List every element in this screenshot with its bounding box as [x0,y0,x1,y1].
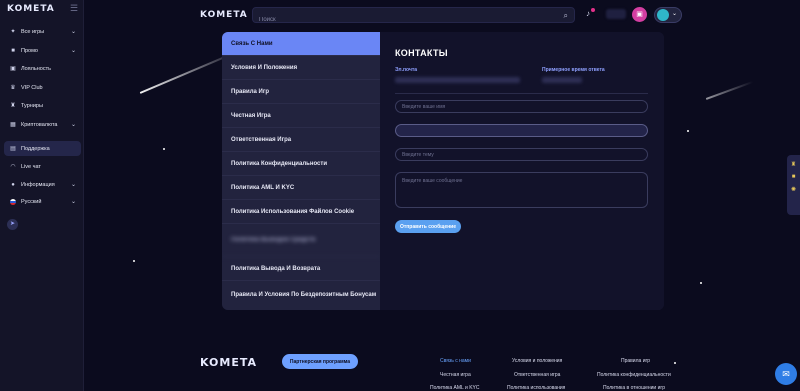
chevron-down-icon: ⌄ [70,182,76,188]
headset-icon: ◠ [10,163,16,170]
star-decoration [700,282,702,284]
footer-link-terms[interactable]: Условия и положения [512,358,562,364]
sidebar-item-tournaments[interactable]: ♜ Турниры [4,98,81,113]
game-icon: ✦ [10,28,16,35]
sidebar-item-crypto[interactable]: ▦ Криптовалюта ⌄ [4,117,81,132]
sidebar-item-label: Лояльность [21,65,51,72]
chevron-down-icon: ⌄ [70,48,76,54]
support-card: Связь С Нами Условия И Положения Правила… [222,32,664,310]
chevron-down-icon: ⌄ [70,122,76,128]
star-decoration [687,130,689,132]
menu-item-refund-policy[interactable]: Политика Вывода И Возврата [222,257,380,281]
user-menu-button[interactable]: ⌄ [654,7,682,23]
menu-item-withdrawal-policy[interactable]: Политика Выводов Средств [222,224,380,257]
menu-item-aml-kyc[interactable]: Политика AML И KYC [222,176,380,200]
message-field[interactable] [395,172,648,208]
loyalty-icon: ▣ [10,65,16,72]
menu-item-cookie-policy[interactable]: Политика Использования Файлов Cookie [222,200,380,224]
crypto-icon: ▦ [10,121,16,128]
response-time-label: Примерное время ответа [542,67,605,73]
gift-icon: ■ [11,47,15,54]
sidebar-item-all-games[interactable]: ✦ Все игры ⌄ [4,24,81,39]
menu-item-fair-play[interactable]: Честная Игра [222,104,380,128]
chevron-down-icon: ⌄ [70,199,76,205]
sidebar-item-loyalty[interactable]: ▣ Лояльность [4,61,81,76]
menu-item-privacy-policy[interactable]: Политика Конфиденциальности [222,152,380,176]
wallet-icon[interactable]: ▣ [632,7,647,22]
sidebar-logo[interactable]: KOMETA [7,4,55,14]
menu-item-terms[interactable]: Условия И Положения [222,56,380,80]
search-icon[interactable]: ⌕ [564,11,568,21]
star-decoration [674,362,676,364]
avatar [657,9,669,21]
partner-program-button[interactable]: Партнерская программа [282,354,358,369]
sidebar-item-label: Информация [21,181,55,188]
chevron-down-icon: ⌄ [70,29,76,35]
footer-link-aml-kyc[interactable]: Политика AML и KYC [430,385,479,391]
gift-icon[interactable]: ■ [787,174,800,180]
menu-item-contact-us[interactable]: Связь С Нами [222,32,380,56]
header-logo[interactable]: KOMETA [200,10,248,20]
sidebar-item-support[interactable]: ▤ Поддержка [4,141,81,156]
sidebar-item-info[interactable]: ● Информация ⌄ [4,177,81,192]
footer-link-usage-policy[interactable]: Политика использования [507,385,565,391]
footer-link-games-policy[interactable]: Политика в отношении игр [603,385,665,391]
support-icon: ▤ [10,145,16,152]
topic-field[interactable] [395,148,648,161]
menu-item-responsible-gaming[interactable]: Ответственная Игра [222,128,380,152]
footer-logo[interactable]: KOMETA [200,356,257,369]
footer-link-responsible[interactable]: Ответственная игра [514,372,560,378]
sidebar-item-label: Промо [21,47,38,54]
notification-badge [591,8,595,12]
page-title: КОНТАКТЫ [395,48,448,58]
footer-link-game-rules[interactable]: Правила игр [621,358,650,364]
search-box[interactable]: ⌕ [252,7,575,27]
name-field[interactable] [395,100,648,113]
sidebar-item-label: Все игры [21,28,45,35]
balance-display[interactable] [606,9,626,19]
star-decoration [163,148,165,150]
footer-link-privacy[interactable]: Политика конфиденциальности [597,372,671,378]
sidebar-item-live-chat[interactable]: ◠ Live чат [4,159,81,174]
sidebar-item-label: Live чат [21,163,41,170]
chevron-down-icon: ⌄ [671,11,677,17]
divider [395,93,648,94]
wheel-icon[interactable]: ✺ [787,186,800,193]
sidebar-item-promo[interactable]: ■ Промо ⌄ [4,43,81,58]
crown-icon: ♛ [10,84,16,91]
sidebar-item-label: Русский [21,198,42,205]
sidebar-item-vip-club[interactable]: ♛ VIP Club [4,80,81,95]
telegram-icon[interactable]: ➤ [7,219,18,230]
trophy-icon[interactable]: ♜ [787,161,800,168]
star-decoration [133,260,135,262]
email-label: Эл.почта [395,67,418,73]
comet-decoration [705,80,754,100]
sidebar-item-label: Турниры [21,102,43,109]
floating-side-panel[interactable]: ♜ ■ ✺ [787,155,800,215]
info-icon: ● [11,181,15,188]
email-value [395,77,520,83]
footer-link-fair-play[interactable]: Честная игра [440,372,471,378]
sidebar-item-label: Поддержка [21,145,50,152]
search-input[interactable] [253,13,574,27]
sidebar-item-language[interactable]: Русский ⌄ [4,194,81,209]
contacts-panel: КОНТАКТЫ Эл.почта Примерное время ответа… [380,32,664,310]
menu-item-game-rules[interactable]: Правила Игр [222,80,380,104]
email-field[interactable] [395,124,648,137]
sidebar-item-label: VIP Club [21,84,43,91]
chat-icon[interactable]: ✉ [775,363,797,385]
support-menu: Связь С Нами Условия И Положения Правила… [222,32,380,310]
send-message-button[interactable]: Отправить сообщение [395,220,461,233]
footer-link-contact[interactable]: Связь с нами [440,358,471,364]
response-time-value [542,77,582,83]
collapse-icon[interactable]: ☰ [70,3,78,14]
flag-ru-icon [10,198,16,205]
sidebar-item-label: Криптовалюта [21,121,58,128]
bell-icon[interactable]: ♪ [586,9,590,18]
sidebar: KOMETA ☰ ✦ Все игры ⌄ ■ Промо ⌄ ▣ Лояльн… [0,0,84,391]
trophy-icon: ♜ [10,102,16,109]
menu-item-no-deposit-bonus[interactable]: Правила И Условия По Бездепозитным Бонус… [222,281,380,310]
